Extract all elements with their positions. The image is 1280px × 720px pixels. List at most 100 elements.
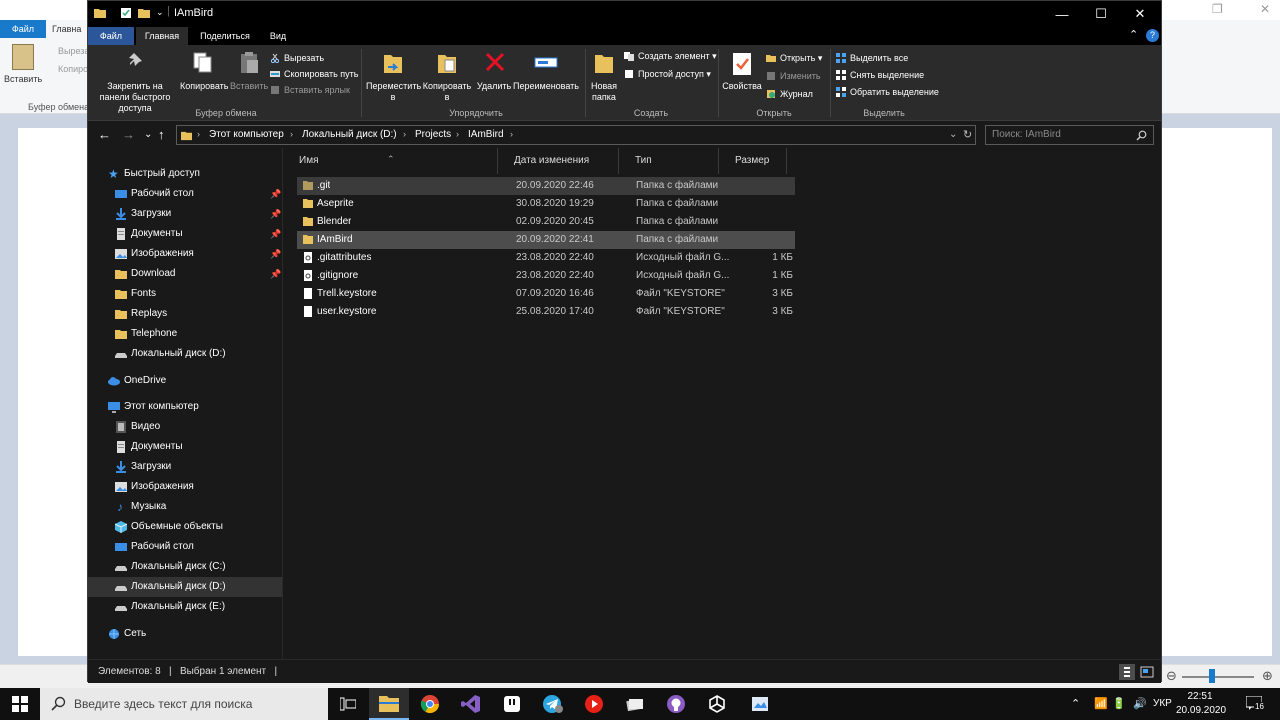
sidebar-item-pc-documents[interactable]: Документы: [88, 437, 282, 457]
sidebar-item-documents[interactable]: Документы 📌: [88, 224, 282, 244]
sidebar-onedrive[interactable]: OneDrive: [88, 371, 282, 391]
sidebar-item-downloads[interactable]: Загрузки 📌: [88, 204, 282, 224]
sidebar-item-pictures[interactable]: Изображения 📌: [88, 244, 282, 264]
column-header-size[interactable]: Размер: [719, 148, 787, 174]
notification-center-button[interactable]: 16: [1240, 688, 1280, 720]
breadcrumb-projects[interactable]: Projects: [415, 129, 451, 140]
sidebar-item-drive-d[interactable]: Локальный диск (D:): [88, 577, 282, 597]
maximize-button[interactable]: ☐: [1082, 1, 1120, 27]
taskbar-chrome[interactable]: [410, 688, 450, 720]
taskbar-explorer[interactable]: [369, 688, 409, 720]
volume-icon[interactable]: 🔊: [1133, 688, 1147, 720]
table-row[interactable]: .gitignore 23.08.2020 22:40 Исходный фай…: [297, 267, 795, 285]
sidebar-item-pc-pictures[interactable]: Изображения: [88, 477, 282, 497]
details-view-icon[interactable]: [1119, 664, 1135, 680]
breadcrumb-separator[interactable]: ›: [197, 129, 200, 139]
breadcrumb-this-pc[interactable]: Этот компьютер: [209, 129, 284, 140]
taskbar-app-cards[interactable]: [615, 688, 655, 720]
properties-qa-icon[interactable]: [120, 7, 132, 19]
back-arrow-icon[interactable]: ←: [98, 127, 111, 142]
address-dropdown-icon[interactable]: ⌄: [949, 129, 957, 140]
column-header-type[interactable]: Тип: [619, 148, 719, 174]
refresh-icon[interactable]: ↻: [963, 128, 972, 141]
select-none-button[interactable]: Снять выделение: [836, 68, 924, 82]
qa-customize-icon[interactable]: ⌄: [156, 7, 164, 18]
tab-view[interactable]: Вид: [264, 27, 292, 45]
table-row[interactable]: .git 20.09.2020 22:46 Папка с файлами: [297, 177, 795, 195]
sidebar-quick-access[interactable]: ★ Быстрый доступ: [88, 164, 282, 184]
bg-zoom-out-icon[interactable]: ⊖: [1166, 668, 1177, 684]
close-button[interactable]: ✕: [1121, 1, 1159, 27]
new-item-button[interactable]: Создать элемент ▾: [624, 49, 717, 63]
taskbar-telegram[interactable]: [533, 688, 573, 720]
sidebar-item-telephone[interactable]: Telephone: [88, 324, 282, 344]
sidebar-item-download-folder[interactable]: Download 📌: [88, 264, 282, 284]
bg-paste-icon[interactable]: [12, 44, 34, 70]
taskbar-app-generic[interactable]: [492, 688, 532, 720]
taskbar-unity[interactable]: [697, 688, 737, 720]
paste-shortcut-button[interactable]: Вставить ярлык: [270, 83, 350, 97]
taskbar-search[interactable]: Введите здесь текст для поиска: [40, 688, 328, 720]
easy-access-button[interactable]: Простой доступ ▾: [624, 67, 711, 81]
tab-home[interactable]: Главная: [136, 27, 188, 45]
pin-icon[interactable]: 📌: [270, 184, 281, 204]
sidebar-item-drive-d-quick[interactable]: Локальный диск (D:): [88, 344, 282, 364]
table-row[interactable]: .gitattributes 23.08.2020 22:40 Исходный…: [297, 249, 795, 267]
sidebar-item-pc-desktop[interactable]: Рабочий стол: [88, 537, 282, 557]
taskbar-clock[interactable]: 22:51 20.09.2020: [1176, 690, 1226, 718]
task-view-button[interactable]: [328, 688, 368, 720]
wifi-icon[interactable]: 📶: [1094, 688, 1108, 720]
sidebar-item-replays[interactable]: Replays: [88, 304, 282, 324]
bg-close-icon[interactable]: ✕: [1260, 2, 1270, 16]
open-button[interactable]: Открыть ▾: [766, 51, 822, 65]
taskbar-visual-studio[interactable]: [451, 688, 491, 720]
up-arrow-icon[interactable]: ↑: [158, 127, 165, 142]
start-button[interactable]: [0, 688, 40, 720]
ribbon-collapse-icon[interactable]: ⌃: [1129, 28, 1138, 41]
sidebar-item-drive-c[interactable]: Локальный диск (C:): [88, 557, 282, 577]
language-indicator[interactable]: УКР: [1153, 688, 1172, 720]
help-icon[interactable]: ?: [1146, 29, 1159, 42]
table-row[interactable]: IAmBird 20.09.2020 22:41 Папка с файлами: [297, 231, 795, 249]
bg-file-tab[interactable]: Файл: [0, 20, 46, 38]
table-row[interactable]: user.keystore 25.08.2020 17:40 Файл "KEY…: [297, 303, 795, 321]
tab-share[interactable]: Поделиться: [192, 27, 258, 45]
column-header-name[interactable]: Имя ⌃: [283, 148, 498, 174]
tray-overflow-icon[interactable]: ⌃: [1071, 688, 1080, 720]
taskbar-paint[interactable]: [740, 688, 780, 720]
column-header-date[interactable]: Дата изменения: [498, 148, 619, 174]
breadcrumb-iambird[interactable]: IAmBird: [468, 129, 504, 140]
battery-icon[interactable]: 🔋: [1112, 688, 1126, 720]
breadcrumb-drive-d[interactable]: Локальный диск (D:): [302, 129, 397, 140]
sidebar-item-desktop[interactable]: Рабочий стол 📌: [88, 184, 282, 204]
tab-file[interactable]: Файл: [88, 27, 134, 45]
forward-arrow-icon[interactable]: →: [122, 127, 135, 142]
bg-zoom-thumb[interactable]: [1209, 669, 1215, 683]
pin-icon[interactable]: 📌: [270, 244, 281, 264]
minimize-button[interactable]: —: [1043, 1, 1081, 27]
sidebar-this-pc[interactable]: Этот компьютер: [88, 397, 282, 417]
sidebar-item-pc-downloads[interactable]: Загрузки: [88, 457, 282, 477]
sidebar-item-3d-objects[interactable]: Объемные объекты: [88, 517, 282, 537]
large-icons-view-icon[interactable]: [1139, 664, 1155, 680]
new-folder-qa-icon[interactable]: [138, 7, 150, 19]
search-box[interactable]: Поиск: IAmBird: [985, 125, 1154, 145]
address-bar[interactable]: › Этот компьютер › Локальный диск (D:) ›…: [176, 125, 976, 145]
select-all-button[interactable]: Выделить все: [836, 51, 908, 65]
table-row[interactable]: Aseprite 30.08.2020 19:29 Папка с файлам…: [297, 195, 795, 213]
recent-chevron-icon[interactable]: ⌄: [144, 129, 152, 140]
breadcrumb-separator[interactable]: ›: [403, 129, 406, 139]
vertical-scrollbar[interactable]: [1147, 148, 1155, 659]
pin-icon[interactable]: 📌: [270, 264, 281, 284]
cut-button[interactable]: Вырезать: [270, 51, 324, 65]
pin-icon[interactable]: 📌: [270, 224, 281, 244]
sidebar-item-videos[interactable]: Видео: [88, 417, 282, 437]
breadcrumb-separator[interactable]: ›: [456, 129, 459, 139]
bg-home-tab[interactable]: Главна: [52, 20, 81, 38]
edit-button[interactable]: Изменить: [766, 69, 821, 83]
breadcrumb-separator[interactable]: ›: [510, 129, 513, 139]
breadcrumb-separator[interactable]: ›: [290, 129, 293, 139]
table-row[interactable]: Blender 02.09.2020 20:45 Папка с файлами: [297, 213, 795, 231]
sidebar-network[interactable]: Сеть: [88, 624, 282, 644]
sidebar-item-fonts[interactable]: Fonts: [88, 284, 282, 304]
